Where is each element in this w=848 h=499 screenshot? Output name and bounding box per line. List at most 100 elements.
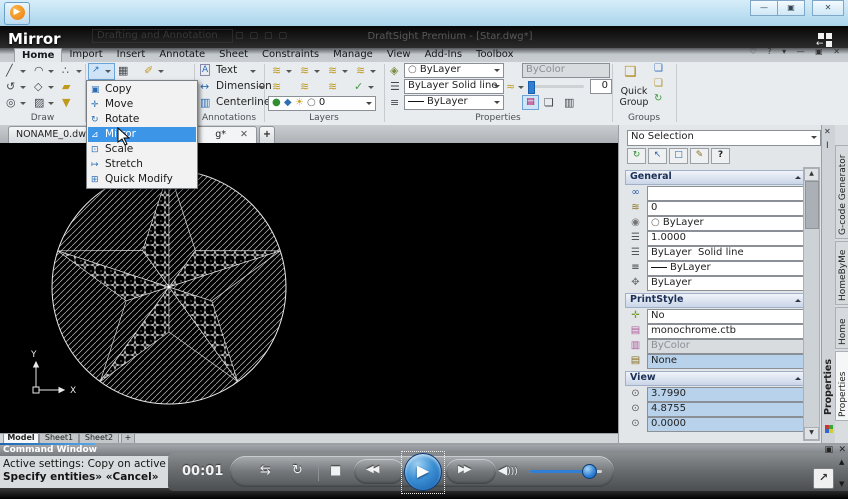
fast-forward-button[interactable]: ▶▶ [458, 464, 469, 475]
printstyle-field-4[interactable]: None [647, 354, 807, 369]
doc-tab-star-partial[interactable]: g* [215, 127, 226, 142]
linescale-field[interactable]: 1.0000 [647, 231, 807, 246]
layer-preview-icon[interactable]: ≋ [328, 64, 337, 77]
quick-access-toolbar-icons[interactable]: ▢▢▢▢ [235, 31, 293, 41]
popout-button[interactable]: ↗ [813, 468, 834, 489]
tab-insert[interactable]: Insert [110, 48, 153, 61]
active-layer-combo[interactable]: ● ◆ ☀ ○ 0 [268, 96, 376, 111]
transparency-slider-thumb[interactable] [528, 81, 535, 94]
scroll-thumb[interactable] [805, 181, 819, 229]
side-tab-homebyme[interactable]: HomeByMe [835, 241, 848, 305]
palette-select-entities-button[interactable]: □ [669, 148, 688, 164]
view-y-field[interactable]: 4.8755 [647, 402, 807, 417]
menu-item-quick-modify[interactable]: ⊞Quick Modify [88, 172, 196, 187]
properties-toggle-button[interactable]: ▤ [522, 95, 539, 110]
spin-down-icon[interactable]: ▼ [839, 480, 844, 488]
lineweight-combo[interactable]: ByLayer [404, 95, 504, 110]
menu-item-mirror[interactable]: ⊿Mirror [88, 127, 196, 142]
polygon-tool-icon[interactable]: ◇ [34, 80, 42, 93]
tab-view[interactable]: View [380, 48, 418, 61]
view-z-field[interactable]: 0.0000 [647, 417, 807, 432]
menu-item-stretch[interactable]: ↦Stretch [88, 157, 196, 172]
play-button[interactable]: ▶ [404, 453, 442, 491]
pattern-array-icon[interactable]: ▦ [118, 64, 128, 77]
linecolor-combo[interactable]: ○ ByLayer [404, 63, 504, 78]
rewind-button[interactable]: ◀◀ [366, 464, 377, 475]
tab-manage[interactable]: Manage [326, 48, 380, 61]
palette-close-icon[interactable]: ✕ [824, 127, 831, 136]
new-doc-tab-button[interactable]: + [259, 126, 275, 143]
page-properties-icon[interactable]: ▥ [564, 96, 574, 109]
scroll-down-button[interactable]: ▼ [804, 427, 819, 440]
group-add-icon[interactable]: ❏ [654, 78, 663, 89]
layer-check-icon[interactable]: ✓ [354, 80, 363, 93]
layer-states-icon[interactable]: ≋ [300, 64, 309, 77]
palette-cursor-button[interactable]: ↖ [648, 148, 667, 164]
menu-item-scale[interactable]: ⊡Scale [88, 142, 196, 157]
layer-manager-icon[interactable]: ≋ [272, 64, 281, 77]
layer-combo[interactable]: 0 [647, 201, 817, 216]
side-tab-gcode[interactable]: G-code Generator [835, 145, 848, 239]
palette-refresh-button[interactable]: ↻ [627, 148, 646, 164]
outer-maximize-button[interactable]: ▣ [777, 0, 805, 16]
view-x-field[interactable]: 3.7990 [647, 387, 807, 402]
linestyle-combo[interactable]: ByLayer Solid line [404, 79, 504, 94]
menu-item-rotate[interactable]: ↻Rotate [88, 112, 196, 127]
player-app-button[interactable]: ▶ [4, 2, 30, 25]
palette-scrollbar[interactable]: ▲ ▼ [803, 167, 820, 441]
erase-tool-icon[interactable]: ✐ [144, 64, 153, 77]
stop-button[interactable]: ■ [330, 463, 341, 477]
side-tab-home[interactable]: Home [835, 307, 848, 349]
copy-properties-icon[interactable]: ❏ [544, 96, 554, 109]
menu-item-move[interactable]: ✛Move [88, 97, 196, 112]
menu-item-copy[interactable]: ▣Copy [88, 82, 196, 97]
transparency-value[interactable]: 0 [590, 79, 612, 94]
tab-import[interactable]: Import [62, 48, 109, 61]
lineweight-row-combo[interactable]: ByLayer [647, 261, 817, 276]
outer-close-button[interactable]: ✕ [812, 0, 844, 16]
tab-constraints[interactable]: Constraints [255, 48, 326, 61]
shuffle-button[interactable]: ⇆ [260, 463, 271, 478]
layer-isolate-icon[interactable]: ≋ [300, 80, 309, 93]
loop-button[interactable]: ↻ [292, 463, 303, 478]
circle-tool-icon[interactable]: ◎ [6, 96, 16, 109]
tab-addins[interactable]: Add-Ins [418, 48, 469, 61]
layer-delete-icon[interactable]: ≋ [328, 80, 337, 93]
section-printstyle[interactable]: PrintStyle [625, 293, 807, 308]
selection-combo[interactable]: No Selection [627, 130, 821, 146]
transparency-icon[interactable]: ≈ [506, 80, 515, 93]
doc-tab-close-icon[interactable]: ✕ [240, 127, 248, 142]
transparency-row-field[interactable]: ByLayer [647, 276, 807, 291]
text-tool-button[interactable]: Text [216, 64, 237, 76]
palette-help-button[interactable]: ? [711, 148, 730, 164]
tab-sheet[interactable]: Sheet [212, 48, 255, 61]
quick-group-button[interactable]: Quick Group [610, 86, 658, 108]
palette-quick-select-button[interactable]: ✎ [690, 148, 709, 164]
color-combo[interactable]: ○ ByLayer [647, 216, 817, 231]
hyperlink-field[interactable] [647, 186, 807, 201]
tab-home[interactable]: Home [14, 48, 62, 62]
revcloud-tool-icon[interactable]: ↺ [6, 80, 15, 93]
layer-freeze-icon[interactable]: ≋ [272, 80, 281, 93]
centerline-tool-button[interactable]: Centerline [216, 96, 270, 108]
wedge-tool-icon[interactable]: ▼ [62, 96, 70, 109]
app-window-mini-controls[interactable]: ♡ ? ▾ — ▣ ✕ [750, 47, 844, 56]
palette-pin-icon[interactable]: Ι [826, 141, 829, 151]
point-tool-icon[interactable]: ∴ [62, 64, 69, 77]
workspace-selector[interactable]: Drafting and Annotation [92, 29, 233, 43]
tab-annotate[interactable]: Annotate [152, 48, 212, 61]
modify-split-button[interactable]: ↗ [88, 63, 115, 80]
scroll-up-button[interactable]: ▲ [804, 168, 819, 181]
printstyle-combo-1[interactable]: No [647, 309, 817, 324]
linestyle-row-combo[interactable]: ByLayer Solid line [647, 246, 817, 261]
transparency-slider[interactable] [528, 85, 584, 88]
layer-tools-icon[interactable]: ≋ [356, 64, 365, 77]
section-general[interactable]: General [625, 170, 807, 185]
section-view[interactable]: View [625, 371, 807, 386]
tab-toolbox[interactable]: Toolbox [469, 48, 521, 61]
group-regen-icon[interactable]: ↻ [654, 93, 662, 104]
side-tab-properties[interactable]: Properties [835, 351, 848, 421]
speaker-icon[interactable]: ◀))) [498, 463, 518, 477]
arc-tool-icon[interactable]: ◠ [34, 64, 44, 77]
printstyle-combo-2[interactable]: monochrome.ctb [647, 324, 817, 339]
